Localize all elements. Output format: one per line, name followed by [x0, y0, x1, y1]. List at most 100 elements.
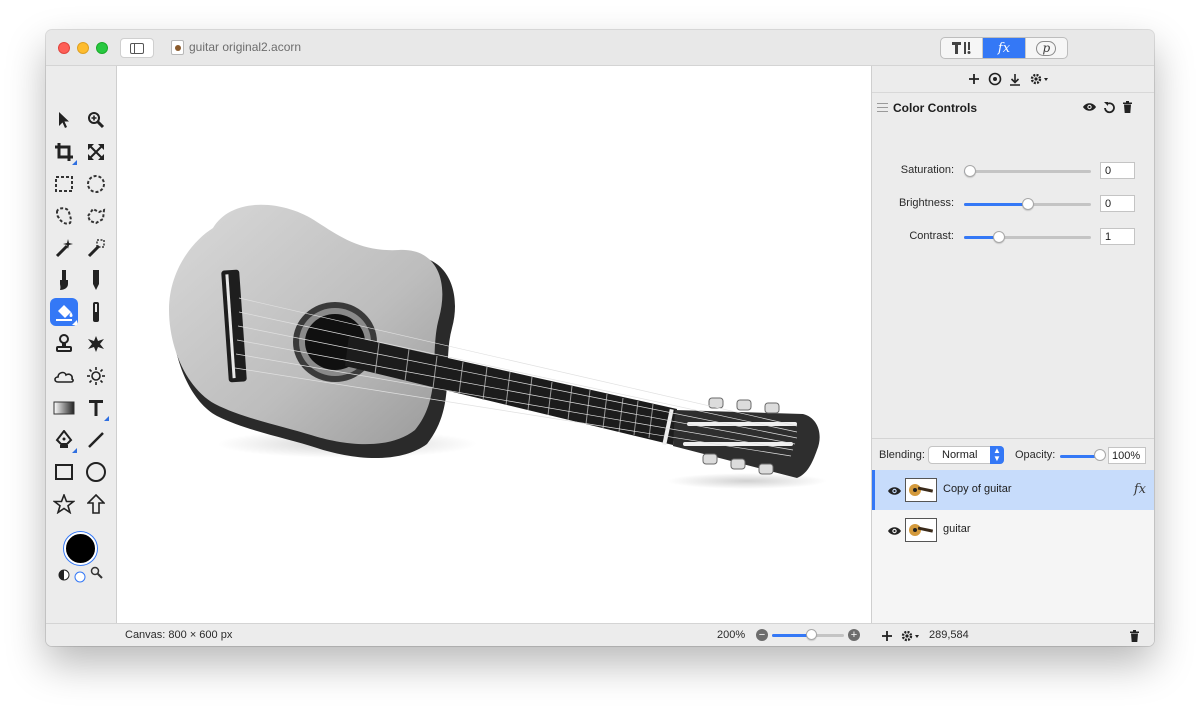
contrast-field[interactable]: 1 [1100, 228, 1135, 245]
sun-icon[interactable] [82, 362, 110, 390]
gear-icon[interactable] [1028, 71, 1052, 87]
brightness-field[interactable]: 0 [1100, 195, 1135, 212]
tab-p-label: p [1036, 40, 1057, 56]
drag-handle-icon[interactable] [877, 103, 888, 112]
layer-thumbnail [905, 478, 937, 502]
blend-mode-value: Normal [942, 449, 978, 461]
layer-row-guitar[interactable]: guitar [872, 510, 1154, 550]
canvas-size-label: Canvas: 800 × 600 px [125, 629, 233, 641]
titlebar: guitar original2.acorn fx p [46, 30, 1154, 66]
delete-layer-icon[interactable] [1126, 628, 1142, 644]
color-picker-icon[interactable] [90, 566, 103, 579]
layer-fx-badge[interactable]: fx [1134, 482, 1146, 497]
zoom-in-button[interactable]: + [848, 629, 860, 641]
filter-toolbar [872, 66, 1154, 92]
add-filter-icon[interactable] [966, 71, 982, 87]
filter-title: Color Controls [893, 101, 977, 115]
saturation-field[interactable]: 0 [1100, 162, 1135, 179]
opacity-slider-knob[interactable] [1094, 449, 1106, 461]
add-layer-icon[interactable] [879, 628, 895, 644]
ellipse-select-icon[interactable] [82, 170, 110, 198]
rectangle-icon[interactable] [50, 458, 78, 486]
zoom-slider[interactable] [772, 629, 844, 640]
canvas-status-bar: Canvas: 800 × 600 px 200% − + [46, 623, 872, 646]
blending-bar: Blending: Normal ▲ ▼ Opacity: 100% [872, 438, 1154, 470]
minimize-window-button[interactable] [77, 42, 89, 54]
magic-wand-alt-icon[interactable] [82, 234, 110, 262]
sidebar-toggle-button[interactable] [120, 38, 154, 58]
saturation-label: Saturation: [900, 164, 954, 176]
eye-icon[interactable] [887, 523, 902, 541]
layer-name: guitar [943, 523, 971, 535]
blend-mode-select[interactable]: Normal ▲ ▼ [928, 446, 1004, 464]
blending-label: Blending: [879, 449, 925, 461]
reset-icon[interactable] [1101, 99, 1117, 115]
pen-icon[interactable] [50, 426, 78, 454]
burn-icon[interactable] [82, 330, 110, 358]
contrast-slider-knob[interactable] [993, 231, 1005, 243]
chevron-updown-icon: ▲ ▼ [990, 446, 1004, 464]
hammer-icon [951, 42, 971, 54]
layers-list: Copy of guitar fx guitar [872, 470, 1154, 623]
contrast-label: Contrast: [909, 230, 954, 242]
tab-fx[interactable]: fx [983, 38, 1026, 58]
layer-thumbnail [905, 518, 937, 542]
filter-header: Color Controls [872, 92, 1154, 122]
paint-bucket-icon[interactable] [50, 298, 78, 326]
contrast-slider[interactable] [964, 231, 1091, 243]
line-icon[interactable] [82, 426, 110, 454]
opacity-label: Opacity: [1015, 449, 1056, 461]
polygon-lasso-icon[interactable] [82, 202, 110, 230]
foreground-color-swatch[interactable] [64, 532, 97, 565]
layer-row-copy-of-guitar[interactable]: Copy of guitar fx [872, 470, 1154, 510]
clone-stamp-icon[interactable] [50, 330, 78, 358]
circle-icon[interactable] [82, 458, 110, 486]
pencil-icon[interactable] [82, 266, 110, 294]
rect-select-icon[interactable] [50, 170, 78, 198]
filter-chain-icon[interactable] [987, 71, 1003, 87]
layers-status-bar: 289,584 [872, 623, 1154, 646]
gradient-icon[interactable] [50, 394, 78, 422]
smudge-icon[interactable] [82, 298, 110, 326]
arrow-icon[interactable] [82, 490, 110, 518]
select-arrow-icon[interactable] [50, 106, 78, 134]
layer-name: Copy of guitar [943, 483, 1012, 495]
eye-icon[interactable] [887, 483, 902, 501]
layer-gear-icon[interactable] [899, 628, 923, 644]
document-icon [171, 40, 184, 55]
inspector-panel: Color Controls Saturation: 0 Brightness:… [872, 66, 1154, 646]
lasso-icon[interactable] [50, 202, 78, 230]
zoom-out-button[interactable]: − [756, 629, 768, 641]
close-window-button[interactable] [58, 42, 70, 54]
trash-icon[interactable] [1119, 99, 1135, 115]
brightness-slider-knob[interactable] [1022, 198, 1034, 210]
brush-icon[interactable] [50, 266, 78, 294]
inspector-tab-group: fx p [940, 37, 1068, 59]
transform-icon[interactable] [82, 138, 110, 166]
swap-colors-icon[interactable] [58, 568, 70, 581]
download-icon[interactable] [1007, 71, 1023, 87]
zoom-window-button[interactable] [96, 42, 108, 54]
brightness-slider-fill [964, 203, 1028, 206]
tab-tools[interactable] [941, 38, 984, 58]
brightness-label: Brightness: [898, 197, 954, 209]
zoom-slider-knob[interactable] [806, 629, 817, 640]
canvas[interactable] [116, 66, 872, 623]
saturation-slider[interactable] [964, 165, 1091, 177]
cloud-icon[interactable] [50, 362, 78, 390]
app-window: guitar original2.acorn fx p Canvas: 800 … [46, 30, 1154, 646]
tab-p[interactable]: p [1026, 38, 1067, 58]
zoom-icon[interactable] [82, 106, 110, 134]
star-icon[interactable] [50, 490, 78, 518]
zoom-percentage: 200% [717, 629, 746, 641]
brightness-slider[interactable] [964, 198, 1091, 210]
crop-icon[interactable] [50, 138, 78, 166]
eye-icon[interactable] [1081, 99, 1097, 115]
sidebar-icon [130, 42, 144, 54]
background-color-swatch[interactable] [74, 570, 86, 583]
magic-wand-icon[interactable] [50, 234, 78, 262]
cursor-coordinates: 289,584 [929, 629, 969, 641]
text-icon[interactable] [82, 394, 110, 422]
saturation-slider-knob[interactable] [964, 165, 976, 177]
opacity-field[interactable]: 100% [1108, 447, 1146, 464]
